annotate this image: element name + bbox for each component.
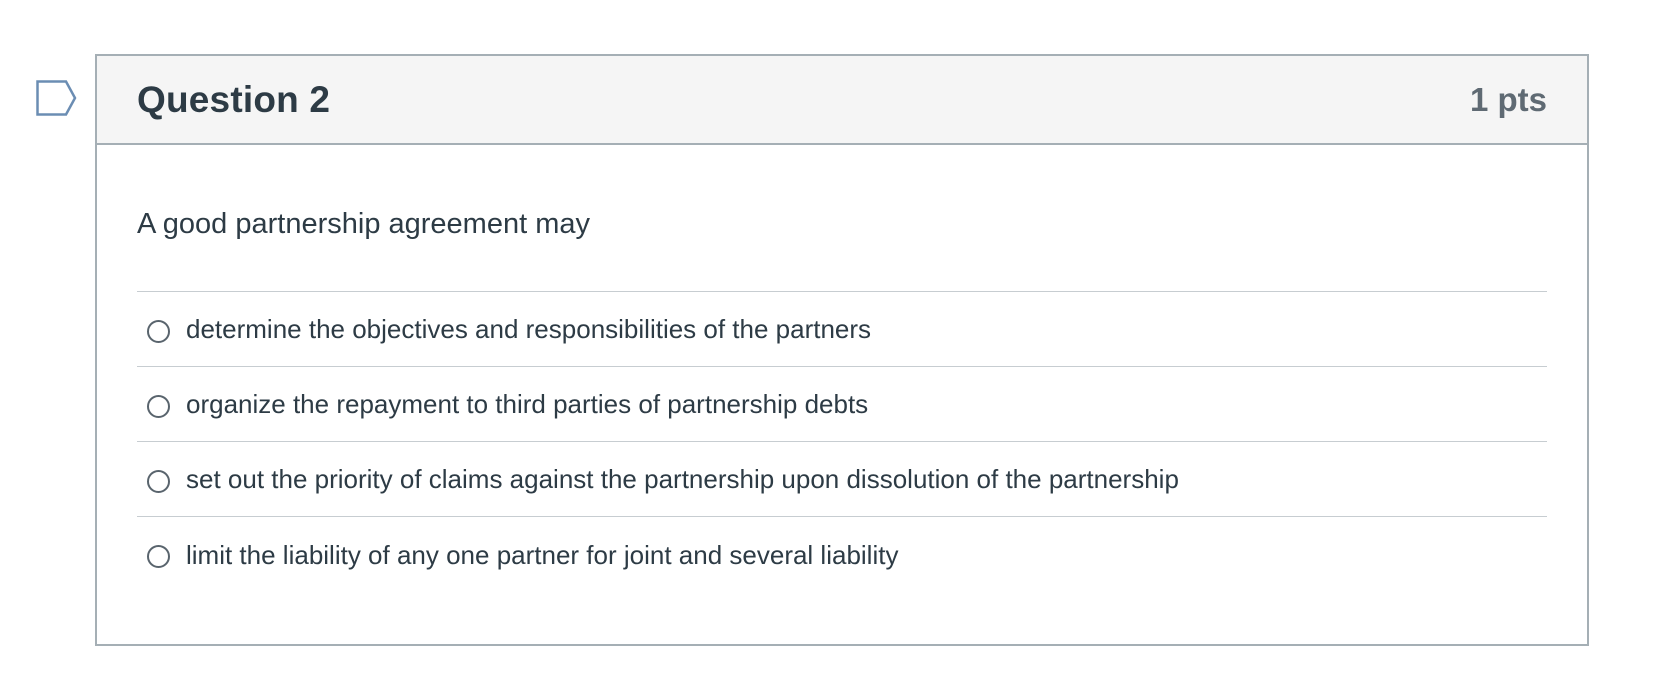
- quiz-page: Question 2 1 pts A good partnership agre…: [0, 0, 1676, 696]
- radio-button[interactable]: [147, 394, 170, 418]
- question-header: Question 2 1 pts: [97, 56, 1587, 145]
- answer-label: organize the repayment to third parties …: [186, 389, 869, 419]
- question-text: A good partnership agreement may: [137, 208, 590, 240]
- question-points: 1 pts: [1469, 80, 1547, 118]
- radio-button[interactable]: [147, 319, 170, 343]
- answer-label: limit the liability of any one partner f…: [186, 539, 899, 570]
- question-card: Question 2 1 pts A good partnership agre…: [95, 54, 1589, 646]
- answer-option[interactable]: set out the priority of claims against t…: [137, 442, 1547, 517]
- answer-option[interactable]: determine the objectives and responsibil…: [137, 292, 1547, 367]
- question-body: A good partnership agreement may determi…: [97, 145, 1587, 592]
- answer-option[interactable]: organize the repayment to third parties …: [137, 367, 1547, 442]
- question-title: Question 2: [137, 78, 331, 120]
- answer-option[interactable]: limit the liability of any one partner f…: [137, 517, 1547, 592]
- answer-label: determine the objectives and responsibil…: [186, 314, 872, 344]
- answer-list: determine the objectives and responsibil…: [137, 291, 1547, 592]
- radio-button[interactable]: [147, 545, 170, 568]
- answer-label: set out the priority of claims against t…: [186, 464, 1179, 494]
- radio-button[interactable]: [147, 469, 170, 493]
- flag-question-icon[interactable]: [36, 80, 78, 116]
